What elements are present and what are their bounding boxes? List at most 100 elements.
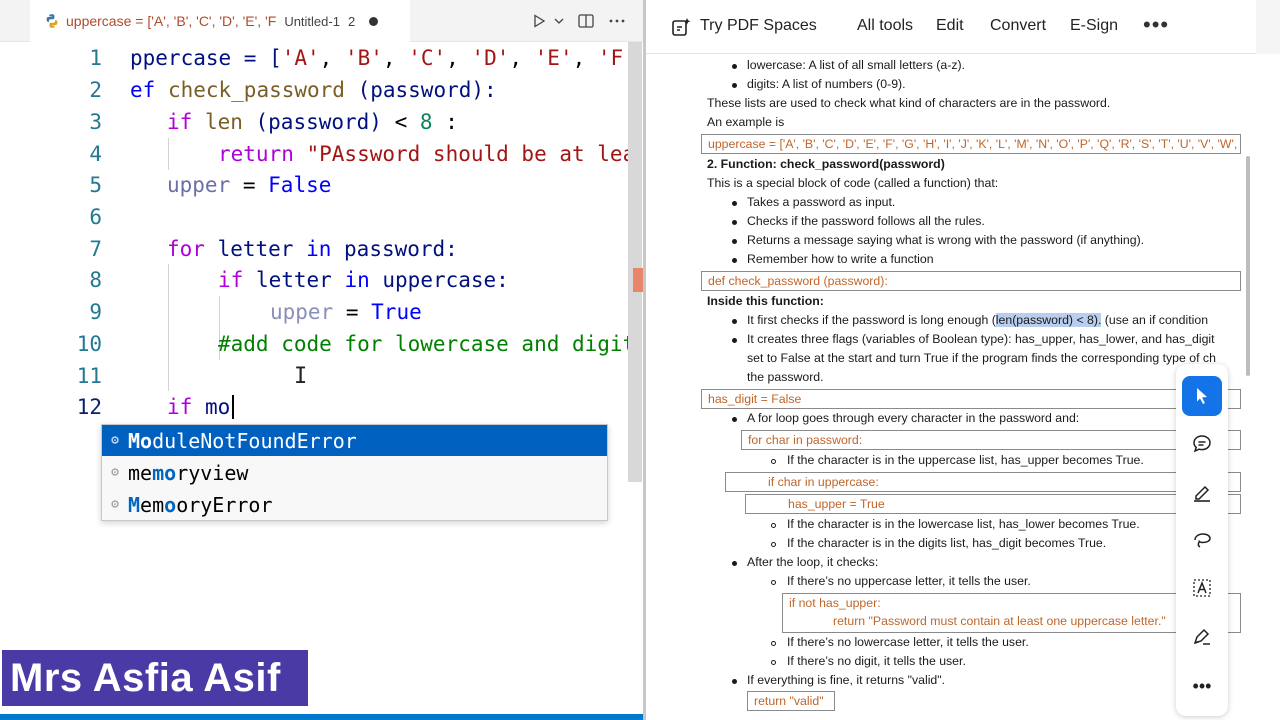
code-line-3: if len (password) < 8 : <box>167 110 458 134</box>
code-line-10: #add code for lowercase and digit <box>218 332 636 356</box>
pdf-scrollbar[interactable] <box>1243 54 1256 720</box>
bullet <box>732 220 737 225</box>
paragraph: This is a special block of code (called … <box>707 176 999 190</box>
quick-tools-panel: ••• <box>1176 364 1228 716</box>
editor-scrollbar[interactable] <box>628 42 642 482</box>
indent-guide <box>168 264 169 391</box>
bullet-text: If there’s no lowercase letter, it tells… <box>787 635 1029 649</box>
bullet-text: the password. <box>747 370 824 384</box>
unsaved-dot-icon[interactable] <box>369 16 379 26</box>
bullet <box>732 239 737 244</box>
code-line-12: if mo <box>167 395 231 419</box>
code-line-1: ppercase = ['A', 'B', 'C', 'D', 'E', 'F' <box>130 46 636 70</box>
line-number: 3 <box>89 110 102 134</box>
chevron-down-icon[interactable] <box>548 10 570 32</box>
line-number: 6 <box>89 205 102 229</box>
editor-tab[interactable]: uppercase = ['A', 'B', 'C', 'D', 'E', 'F… <box>30 0 410 42</box>
paragraph: An example is <box>707 115 785 129</box>
bullet-text: If there’s no digit, it tells the user. <box>787 654 966 668</box>
bullet-text: It first checks if the password is long … <box>747 313 1209 327</box>
suggestion-item[interactable]: ⚙ Me m o oryError <box>102 489 607 520</box>
edit-button[interactable]: Edit <box>936 17 964 35</box>
code-line-4: return "PAssword should be at lea <box>218 142 636 166</box>
bullet <box>732 258 737 263</box>
code-snippet: return "valid" <box>747 691 835 711</box>
pdf-toolbar: Try PDF Spaces All tools Edit Convert E-… <box>646 0 1280 54</box>
bullet <box>732 417 737 422</box>
section-heading: Inside this function: <box>707 294 824 308</box>
sub-bullet <box>771 459 776 464</box>
code-snippet: has_upper = True <box>745 494 1241 514</box>
code-snippet: if not has_upper: return "Password must … <box>782 593 1241 633</box>
bullet-text: It creates three flags (variables of Boo… <box>747 332 1215 346</box>
more-tools-icon[interactable]: ••• <box>1182 666 1222 706</box>
sub-bullet <box>771 542 776 547</box>
suggestion-item[interactable]: ⚙ Mo duleNotFoundError <box>102 425 607 456</box>
class-symbol-icon: ⚙ <box>111 465 119 480</box>
sub-bullet <box>771 660 776 665</box>
line-number: 10 <box>76 332 102 356</box>
line-number: 7 <box>89 237 102 261</box>
python-file-icon <box>46 14 58 28</box>
convert-button[interactable]: Convert <box>990 17 1046 35</box>
suggestion-item[interactable]: ⚙ me mo ryview <box>102 457 607 488</box>
text-select-icon[interactable] <box>1182 568 1222 608</box>
autocomplete-suggestions: ⚙ Mo duleNotFoundError ⚙ me mo ryview ⚙ Mem… <box>101 424 608 521</box>
sub-bullet <box>771 641 776 646</box>
sub-bullet <box>771 523 776 528</box>
class-symbol-icon: ⚙ <box>111 497 119 512</box>
status-bar <box>0 714 643 720</box>
line-number: 9 <box>89 300 102 324</box>
highlighted-text: len(password) < 8). <box>995 313 1102 327</box>
bullet-text: Remember how to write a function <box>747 252 934 266</box>
bullet <box>732 319 737 324</box>
bullet-text: After the loop, it checks: <box>747 555 879 569</box>
code-snippet: def check_password (password): <box>701 271 1241 291</box>
more-menu-icon[interactable]: ••• <box>1143 12 1169 38</box>
comment-icon[interactable] <box>1182 424 1222 464</box>
code-line-7: for letter in password: <box>167 237 458 261</box>
code-snippet: if char in uppercase: <box>725 472 1241 492</box>
bullet-text: lowercase: A list of all small letters (… <box>747 58 965 72</box>
try-pdf-spaces-button[interactable]: Try PDF Spaces <box>700 17 817 35</box>
class-symbol-icon: ⚙ <box>111 433 119 448</box>
sub-bullet <box>771 580 776 585</box>
code-editor: uppercase = ['A', 'B', 'C', 'D', 'E', 'F… <box>0 0 643 720</box>
more-actions-icon[interactable] <box>606 10 628 32</box>
presenter-name: Mrs Asfia Asif <box>10 655 281 700</box>
pdf-viewer: Try PDF Spaces All tools Edit Convert E-… <box>646 0 1280 720</box>
pdf-page: lowercase: A list of all small letters (… <box>646 54 1244 720</box>
bullet-text: If there’s no uppercase letter, it tells… <box>787 574 1031 588</box>
line-number: 8 <box>89 268 102 292</box>
presenter-name-badge: Mrs Asfia Asif <box>0 648 310 708</box>
select-cursor-icon[interactable] <box>1182 376 1222 416</box>
code-snippet: has_digit = False <box>701 389 1241 409</box>
run-icon[interactable] <box>528 10 550 32</box>
section-heading: 2. Function: check_password(password) <box>707 157 945 171</box>
bullet <box>732 83 737 88</box>
ibeam-cursor-icon: I <box>294 364 308 389</box>
line-number: 2 <box>89 78 102 102</box>
tab-filename: Untitled-1 <box>284 13 340 29</box>
pdf-spaces-icon[interactable] <box>670 16 692 38</box>
highlight-pen-icon[interactable] <box>1182 472 1222 512</box>
bullet-text: Checks if the password follows all the r… <box>747 214 985 228</box>
sign-pen-icon[interactable] <box>1182 616 1222 656</box>
line-number-active: 12 <box>76 395 102 419</box>
text-cursor <box>232 395 234 419</box>
tab-problem-count: 2 <box>347 13 356 29</box>
draw-lasso-icon[interactable] <box>1182 520 1222 560</box>
split-editor-icon[interactable] <box>575 10 597 32</box>
paragraph: These lists are used to check what kind … <box>707 96 1111 110</box>
scrollbar-error-marker <box>633 268 643 292</box>
bullet-text: Takes a password as input. <box>747 195 896 209</box>
all-tools-button[interactable]: All tools <box>857 17 913 35</box>
line-number: 1 <box>89 46 102 70</box>
line-number: 11 <box>76 364 102 388</box>
esign-button[interactable]: E-Sign <box>1070 17 1118 35</box>
pdf-scrollbar-thumb[interactable] <box>1246 156 1250 376</box>
activity-bar <box>0 42 30 720</box>
bullet-text: If the character is in the lowercase lis… <box>787 517 1140 531</box>
bullet-text: Returns a message saying what is wrong w… <box>747 233 1145 247</box>
bullet-text: If the character is in the uppercase lis… <box>787 453 1144 467</box>
